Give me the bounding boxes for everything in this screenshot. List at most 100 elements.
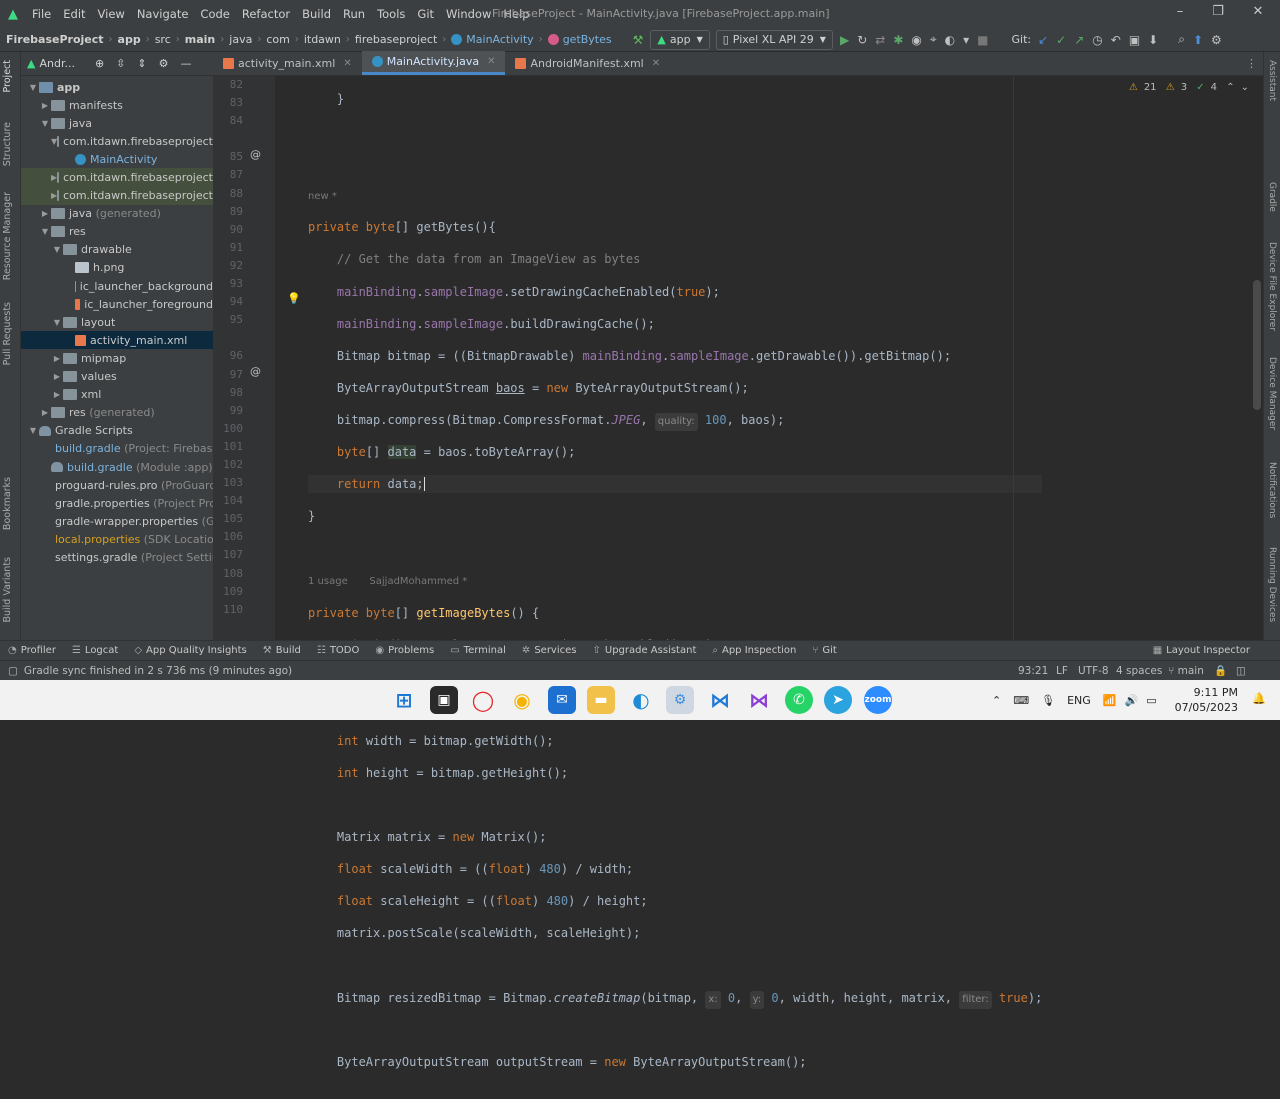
git-update-icon[interactable]: ↙ xyxy=(1034,31,1052,49)
next-highlight-icon[interactable]: ⌄ xyxy=(1241,82,1249,93)
terminal-tool-button[interactable]: ▭ Terminal xyxy=(442,645,514,656)
project-tool-tab[interactable]: Project xyxy=(2,60,13,93)
close-icon[interactable]: ✕ xyxy=(1250,4,1266,20)
rollback-icon[interactable]: ↶ xyxy=(1107,31,1125,49)
assistant-tool-tab[interactable]: Assistant xyxy=(1267,60,1277,101)
search-icon[interactable]: ⌕ xyxy=(1174,31,1189,49)
options-icon[interactable]: ⚙ xyxy=(159,57,169,70)
tab-androidmanifest-xml[interactable]: AndroidManifest.xml ✕ xyxy=(505,51,670,75)
visual-studio-icon[interactable]: ⋈ xyxy=(745,686,773,714)
coverage-icon[interactable]: ◐ xyxy=(941,31,959,49)
tree-node-proguard-rules[interactable]: proguard-rules.pro (ProGuard xyxy=(21,476,213,494)
edge-browser-icon[interactable]: ◐ xyxy=(627,686,655,714)
task-view-icon[interactable]: ▣ xyxy=(430,686,458,714)
tree-node-package-test[interactable]: ▶ com.itdawn.firebaseproject xyxy=(21,186,213,205)
bookmarks-tool-tab[interactable]: Bookmarks xyxy=(2,477,13,530)
tree-node-gradle-scripts[interactable]: ▼ Gradle Scripts xyxy=(21,422,213,440)
breadcrumb-com[interactable]: com xyxy=(263,33,293,46)
debug-icon[interactable]: ✱ xyxy=(889,31,907,49)
menu-navigate[interactable]: Navigate xyxy=(131,7,195,21)
layout-inspector-tool-button[interactable]: ▦ Layout Inspector xyxy=(1145,645,1258,656)
menu-view[interactable]: View xyxy=(92,7,131,21)
stop-icon[interactable]: ■ xyxy=(973,31,992,49)
notifications-tool-tab[interactable]: Notifications xyxy=(1267,462,1277,518)
language-indicator[interactable]: ENG xyxy=(1067,694,1091,707)
breadcrumb-java[interactable]: java xyxy=(226,33,255,46)
wifi-icon[interactable]: 📶 xyxy=(1103,694,1117,707)
history-icon[interactable]: ◷ xyxy=(1088,31,1106,49)
running-devices-tool-tab[interactable]: Running Devices xyxy=(1267,547,1277,622)
more-run-icon[interactable]: ▾ xyxy=(959,31,973,49)
android-studio-taskbar-icon[interactable]: ⚙ xyxy=(666,686,694,714)
tree-node-activity-main-xml[interactable]: activity_main.xml xyxy=(21,331,213,350)
tree-node-build-gradle-project[interactable]: build.gradle (Project: Firebase xyxy=(21,440,213,458)
tree-node-res[interactable]: ▼ res xyxy=(21,223,213,241)
device-file-explorer-tool-tab[interactable]: Device File Explorer xyxy=(1267,242,1277,331)
tree-node-build-gradle-module[interactable]: build.gradle (Module :app) xyxy=(21,458,213,476)
menu-refactor[interactable]: Refactor xyxy=(236,7,296,21)
previous-highlight-icon[interactable]: ⌃ xyxy=(1226,82,1234,93)
memory-icon[interactable]: ◫ xyxy=(1236,665,1246,677)
menu-code[interactable]: Code xyxy=(194,7,235,21)
tab-activity-main-xml[interactable]: activity_main.xml ✕ xyxy=(213,51,362,75)
code-text[interactable]: } new * private byte[] getBytes(){ // Ge… xyxy=(308,76,1043,1099)
microphone-icon[interactable]: 🎙 xyxy=(1041,694,1055,707)
lock-icon[interactable]: 🔒 xyxy=(1214,664,1227,677)
hide-icon[interactable]: — xyxy=(180,57,191,70)
lightbulb-icon[interactable]: 💡 xyxy=(287,292,301,305)
file-explorer-icon[interactable]: ▬ xyxy=(587,686,615,714)
breadcrumb-src[interactable]: src xyxy=(152,33,174,46)
settings-icon[interactable]: ⚙ xyxy=(1207,31,1226,49)
breadcrumb-main[interactable]: main xyxy=(182,33,219,46)
codevision-usages-hint[interactable]: 1 usage xyxy=(308,576,348,587)
expand-icon[interactable]: ⇕ xyxy=(137,57,146,70)
breadcrumb-firebaseproject[interactable]: firebaseproject xyxy=(352,33,440,46)
line-separator[interactable]: LF xyxy=(1056,665,1068,677)
upgrade-assistant-tool-button[interactable]: ⇧ Upgrade Assistant xyxy=(584,645,704,656)
tree-node-layout[interactable]: ▼ layout xyxy=(21,313,213,331)
tree-node-app[interactable]: ▼ app xyxy=(21,78,213,96)
codevision-author-hint[interactable]: new * xyxy=(308,191,337,202)
close-tab-icon[interactable]: ✕ xyxy=(343,58,351,69)
vscode-icon[interactable]: ⋈ xyxy=(706,686,734,714)
hammer-icon[interactable]: ⚒ xyxy=(629,31,648,49)
tree-node-h-png[interactable]: h.png xyxy=(21,259,213,277)
tree-node-mainactivity[interactable]: MainActivity xyxy=(21,150,213,168)
zoom-icon[interactable]: zoom xyxy=(864,686,892,714)
tree-node-gradle-wrapper-properties[interactable]: gradle-wrapper.properties (G xyxy=(21,512,213,530)
tree-node-ic-launcher-foreground[interactable]: ic_launcher_foreground xyxy=(21,295,213,313)
file-encoding[interactable]: UTF-8 xyxy=(1078,665,1109,677)
menu-build[interactable]: Build xyxy=(296,7,337,21)
git-commit-icon[interactable]: ✓ xyxy=(1052,31,1070,49)
tree-node-gradle-properties[interactable]: gradle.properties (Project Prop xyxy=(21,494,213,512)
problems-tool-button[interactable]: ◉ Problems xyxy=(367,645,442,656)
tree-node-java-generated[interactable]: ▶ java (generated) xyxy=(21,205,213,223)
profile-icon[interactable]: ◉ xyxy=(907,31,925,49)
keyboard-icon[interactable]: ⌨ xyxy=(1013,694,1029,707)
locate-icon[interactable]: ⊕ xyxy=(95,57,104,70)
minimize-icon[interactable]: – xyxy=(1172,4,1188,20)
status-message[interactable]: Gradle sync finished in 2 s 736 ms (9 mi… xyxy=(24,665,292,677)
device-dropdown[interactable]: ▯ Pixel XL API 29 ▼ xyxy=(715,29,833,50)
mail-icon[interactable]: ✉ xyxy=(548,686,576,714)
tree-node-drawable[interactable]: ▼ drawable xyxy=(21,241,213,259)
device-manager-icon[interactable]: ▣ xyxy=(1125,31,1144,49)
tab-mainactivity-java[interactable]: MainActivity.java ✕ xyxy=(361,51,506,75)
menu-git[interactable]: Git xyxy=(411,7,440,21)
close-tab-icon[interactable]: ✕ xyxy=(652,58,660,69)
build-tool-button[interactable]: ⚒ Build xyxy=(255,645,309,656)
vertical-scrollbar[interactable] xyxy=(1253,280,1261,410)
tree-node-local-properties[interactable]: local.properties (SDK Location xyxy=(21,530,213,548)
tree-node-mipmap[interactable]: ▶ mipmap xyxy=(21,349,213,367)
attach-debugger-icon[interactable]: ⌖ xyxy=(926,31,941,49)
pull-requests-tool-tab[interactable]: Pull Requests xyxy=(2,302,13,365)
telegram-icon[interactable]: ➤ xyxy=(824,686,852,714)
maximize-icon[interactable]: ❐ xyxy=(1210,4,1226,20)
override-marker-icon[interactable]: @ xyxy=(250,148,261,161)
apply-changes-icon[interactable]: ⇄ xyxy=(871,31,889,49)
tree-node-package-main[interactable]: ▼ com.itdawn.firebaseproject xyxy=(21,132,213,150)
caret-position[interactable]: 93:21 xyxy=(1018,665,1048,677)
breadcrumb-project[interactable]: FirebaseProject xyxy=(0,33,107,46)
tree-node-java[interactable]: ▼ java xyxy=(21,114,213,132)
menu-tools[interactable]: Tools xyxy=(371,7,411,21)
